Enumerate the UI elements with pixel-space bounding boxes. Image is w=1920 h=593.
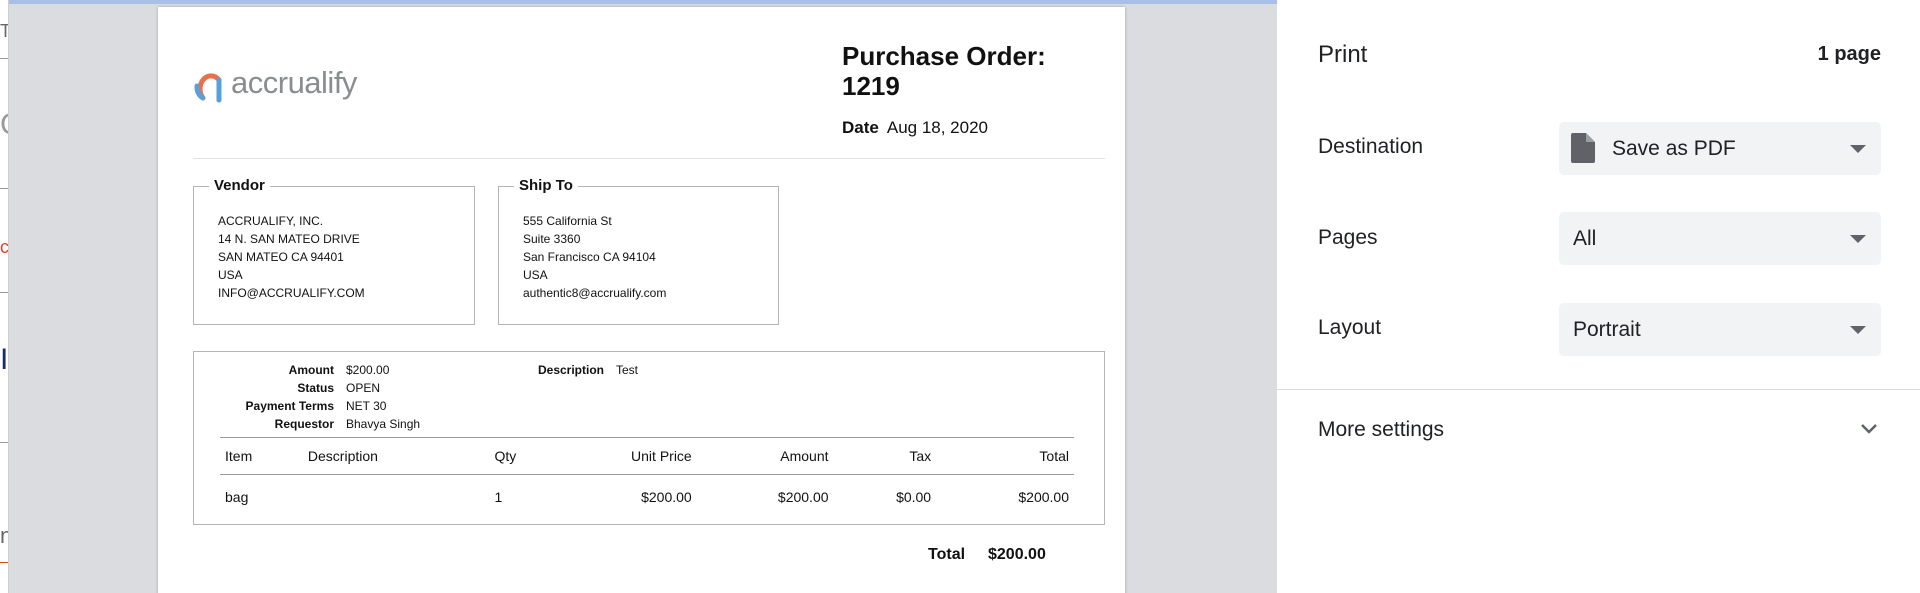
vendor-address: ACCRUALIFY, INC. 14 N. SAN MATEO DRIVE S… [218, 212, 365, 302]
table-header-row: Item Description Qty Unit Price Amount T… [220, 437, 1074, 475]
line-items-table: Item Description Qty Unit Price Amount T… [220, 437, 1074, 519]
dropdown-arrow-icon [1850, 145, 1866, 153]
more-settings-toggle[interactable]: More settings [1277, 390, 1920, 472]
layout-select[interactable]: Portrait [1559, 303, 1881, 356]
pages-label: Pages [1318, 226, 1378, 249]
background-text-fragment: C [0, 110, 8, 140]
background-divider [0, 292, 8, 293]
status-value: OPEN [346, 381, 381, 395]
date-label: Date [842, 118, 879, 137]
cell-amount: $200.00 [777, 488, 829, 505]
purchase-order-date: Date Aug 18, 2020 [842, 118, 988, 138]
vendor-line: SAN MATEO CA 94401 [218, 250, 344, 264]
vendor-line: ACCRUALIFY, INC. [218, 214, 324, 228]
layout-value: Portrait [1573, 318, 1641, 341]
date-value: Aug 18, 2020 [886, 118, 989, 137]
dropdown-arrow-icon [1850, 235, 1866, 243]
status-label: Status [297, 381, 334, 395]
background-text-fragment: I [0, 343, 9, 376]
amount-field: Amount $200.00 [214, 361, 420, 379]
column-header-qty: Qty [489, 437, 562, 475]
order-summary-fields: Amount $200.00 Status OPEN Payment Terms NE… [214, 361, 421, 433]
layout-label: Layout [1318, 316, 1382, 339]
destination-value: Save as PDF [1612, 137, 1736, 160]
column-header-unit-price: Unit Price [562, 437, 697, 475]
purchase-order-title: Purchase Order: 1219 [842, 41, 1082, 101]
table-row: bag 1 $200.00 $200.00 $0.00 $200.00 [220, 475, 1074, 519]
header-divider [193, 158, 1105, 159]
column-header-tax: Tax [833, 437, 937, 475]
document-icon [1571, 133, 1595, 163]
ship-to-box: Ship To 555 California St Suite 3360 San… [498, 177, 779, 325]
column-header-total: Total [936, 437, 1074, 475]
column-header-amount: Amount [696, 437, 834, 475]
ship-to-line: authentic8@accrualify.com [523, 286, 667, 300]
payment-terms-label: Payment Terms [245, 399, 334, 413]
grand-total-label: Total [928, 546, 966, 563]
cell-total: $200.00 [1018, 488, 1069, 505]
cell-tax: $0.00 [896, 488, 932, 505]
order-details-box: Amount $200.00 Status OPEN Payment Terms NE… [193, 351, 1105, 525]
column-header-description: Description [302, 437, 490, 475]
pages-select[interactable]: All [1559, 212, 1881, 265]
column-header-item: Item [220, 437, 303, 475]
background-divider [0, 442, 8, 443]
background-text-fragment: T [0, 22, 8, 40]
vendor-line: INFO@ACCRUALIFY.COM [218, 286, 365, 300]
logo-text: accrualify [231, 64, 357, 100]
pages-value: All [1573, 227, 1597, 250]
status-field: Status OPEN [214, 379, 420, 397]
cell-item: bag [225, 488, 249, 505]
accrualify-logo: accrualify [193, 62, 357, 106]
ship-to-line: Suite 3360 [523, 232, 581, 246]
ship-to-heading: Ship To [514, 177, 578, 195]
background-text-fragment: c [0, 237, 9, 257]
description-value: Test [616, 363, 639, 377]
purchase-order-number: 1219 [842, 71, 900, 101]
grand-total-value: $200.00 [988, 546, 1046, 563]
accrualify-logo-icon [194, 73, 222, 103]
destination-select[interactable]: Save as PDF [1559, 122, 1881, 175]
print-title: Print [1318, 41, 1368, 68]
dropdown-arrow-icon [1850, 326, 1866, 334]
background-divider [0, 188, 8, 189]
destination-label: Destination [1318, 135, 1424, 158]
ship-to-line: 555 California St [523, 214, 612, 228]
background-text-fragment: nt [0, 525, 8, 547]
vendor-box: Vendor ACCRUALIFY, INC. 14 N. SAN MATEO … [193, 177, 475, 325]
vendor-heading: Vendor [209, 177, 270, 195]
vendor-line: USA [218, 268, 243, 282]
requestor-field: Requestor Bhavya Singh [214, 415, 420, 433]
cell-qty: 1 [494, 488, 503, 505]
amount-value: $200.00 [346, 363, 390, 377]
purchase-order-label: Purchase Order: [842, 41, 1046, 71]
amount-label: Amount [288, 363, 334, 377]
background-divider [0, 58, 8, 59]
description-field: Description Test [534, 361, 638, 379]
chevron-down-icon [1861, 424, 1877, 434]
background-divider [0, 562, 8, 563]
ship-to-line: San Francisco CA 94104 [523, 250, 656, 264]
payment-terms-value: NET 30 [346, 399, 387, 413]
print-settings-panel: Print 1 page Destination Save as PDF Pag… [1277, 0, 1920, 593]
cell-description [303, 475, 490, 519]
ship-to-address: 555 California St Suite 3360 San Francis… [523, 212, 666, 302]
description-label: Description [537, 363, 604, 377]
background-app-sliver: T C c I nt [0, 0, 9, 593]
more-settings-label: More settings [1318, 418, 1445, 441]
ship-to-line: USA [523, 268, 548, 282]
payment-terms-field: Payment Terms NET 30 [214, 397, 420, 415]
requestor-value: Bhavya Singh [346, 417, 421, 431]
cell-unit-price: $200.00 [641, 488, 692, 505]
page-count: 1 page [1817, 43, 1881, 65]
vendor-line: 14 N. SAN MATEO DRIVE [218, 232, 360, 246]
requestor-label: Requestor [274, 417, 334, 431]
print-preview-page: accrualify Purchase Order: 1219 Date Aug … [158, 7, 1125, 593]
